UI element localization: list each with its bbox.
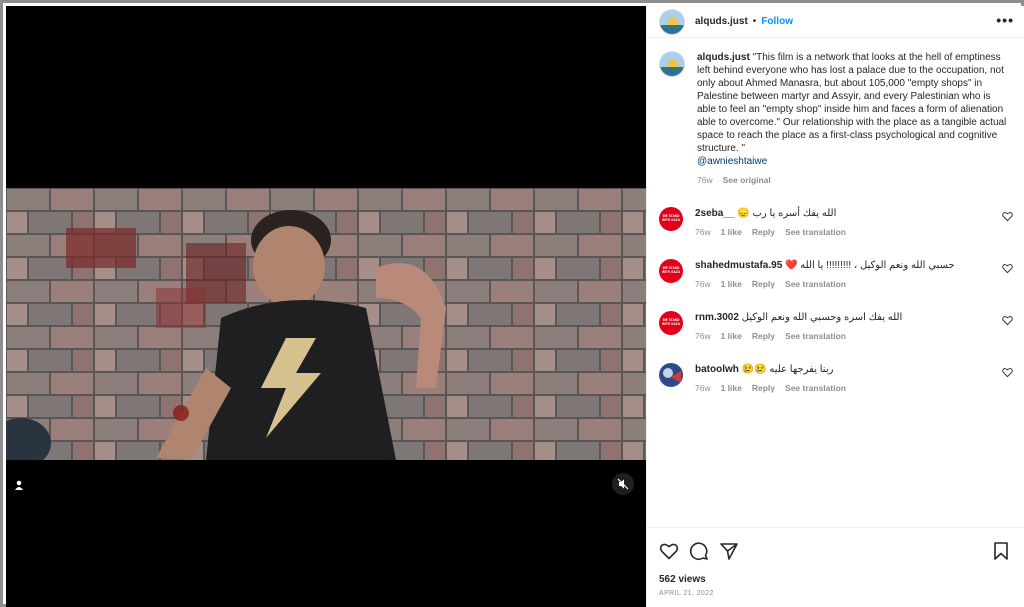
- video-frame-image: [6, 188, 646, 460]
- comment-likes[interactable]: 1 like: [721, 330, 742, 343]
- reply-button[interactable]: Reply: [752, 226, 775, 239]
- post-actions: 562 views APRIL 21, 2022: [647, 527, 1024, 597]
- comment-text: الله يفك أسره يا رب 😞: [737, 208, 837, 219]
- follow-button[interactable]: Follow: [761, 16, 793, 27]
- heart-icon[interactable]: [1002, 263, 1013, 274]
- user-tag-icon[interactable]: [12, 478, 26, 492]
- see-translation-button[interactable]: See translation: [785, 226, 846, 239]
- caption-username[interactable]: alquds.just: [697, 52, 750, 63]
- comment-time[interactable]: 76w: [695, 330, 711, 343]
- video-player[interactable]: [6, 188, 646, 460]
- comment-likes[interactable]: 1 like: [721, 278, 742, 291]
- more-options-icon[interactable]: •••: [996, 13, 1014, 27]
- heart-icon[interactable]: [659, 541, 679, 561]
- caption-time[interactable]: 76w: [697, 174, 713, 187]
- avatar[interactable]: WE STAND WITH GAZA: [659, 207, 683, 231]
- avatar[interactable]: [659, 51, 685, 77]
- share-icon[interactable]: [719, 541, 739, 561]
- heart-icon[interactable]: [1002, 367, 1013, 378]
- comment-item: WE STAND WITH GAZA rnm.3002 الله يفك اسر…: [659, 311, 1013, 343]
- reply-button[interactable]: Reply: [752, 382, 775, 395]
- caption: alquds.just "This film is a network that…: [659, 51, 1013, 187]
- header-username[interactable]: alquds.just: [695, 16, 748, 27]
- comment-likes[interactable]: 1 like: [721, 382, 742, 395]
- reply-button[interactable]: Reply: [752, 278, 775, 291]
- comment-item: batoolwh ربنا يفرجها عليه 😢😢 76w 1 like …: [659, 363, 1013, 395]
- comment-username[interactable]: shahedmustafa.95: [695, 260, 782, 271]
- comments-list[interactable]: alquds.just "This film is a network that…: [647, 39, 1024, 527]
- comment-time[interactable]: 76w: [695, 278, 711, 291]
- avatar[interactable]: WE STAND WITH GAZA: [659, 259, 683, 283]
- comment-text: الله يفك اسره وحسبي الله ونعم الوكيل: [741, 312, 903, 323]
- post-date[interactable]: APRIL 21, 2022: [659, 590, 1013, 597]
- comment-username[interactable]: 2seba__: [695, 208, 734, 219]
- avatar[interactable]: WE STAND WITH GAZA: [659, 311, 683, 335]
- window-frame: alquds.just • Follow ••• alquds.just "Th…: [0, 0, 1024, 607]
- post-panel: alquds.just • Follow ••• alquds.just "Th…: [646, 6, 1024, 607]
- bookmark-icon[interactable]: [991, 541, 1011, 561]
- see-original-button[interactable]: See original: [723, 174, 771, 187]
- comment-time[interactable]: 76w: [695, 382, 711, 395]
- comment-text: ربنا يفرجها عليه 😢😢: [741, 364, 834, 375]
- comment-item: WE STAND WITH GAZA 2seba__ الله يفك أسره…: [659, 207, 1013, 239]
- see-translation-button[interactable]: See translation: [785, 278, 846, 291]
- see-translation-button[interactable]: See translation: [785, 382, 846, 395]
- caption-text: "This film is a network that looks at th…: [697, 52, 1007, 154]
- reply-button[interactable]: Reply: [752, 330, 775, 343]
- heart-icon[interactable]: [1002, 211, 1013, 222]
- separator-dot: •: [752, 16, 757, 27]
- comment-item: WE STAND WITH GAZA shahedmustafa.95 حسبي…: [659, 259, 1013, 291]
- comment-username[interactable]: batoolwh: [695, 364, 739, 375]
- post-header: alquds.just • Follow •••: [647, 6, 1024, 38]
- comment-time[interactable]: 76w: [695, 226, 711, 239]
- comment-username[interactable]: rnm.3002: [695, 312, 739, 323]
- media-viewer: [6, 6, 646, 607]
- comment-icon[interactable]: [689, 541, 709, 561]
- comment-likes[interactable]: 1 like: [721, 226, 742, 239]
- heart-icon[interactable]: [1002, 315, 1013, 326]
- muted-speaker-icon: [617, 478, 629, 490]
- caption-mention[interactable]: @awnieshtaiwe: [697, 156, 767, 167]
- avatar[interactable]: [659, 8, 685, 35]
- see-translation-button[interactable]: See translation: [785, 330, 846, 343]
- view-count[interactable]: 562 views: [659, 574, 1013, 585]
- comment-text: حسبي الله ونعم الوكيل ، !!!!!!!!! يا الل…: [785, 260, 955, 271]
- mute-button[interactable]: [612, 473, 634, 495]
- avatar[interactable]: [659, 363, 683, 387]
